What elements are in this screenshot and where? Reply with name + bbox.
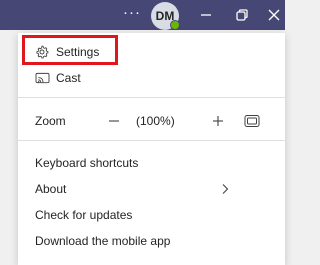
- minus-icon[interactable]: [108, 114, 120, 128]
- zoom-value: (100%): [136, 114, 175, 128]
- menu-divider: [18, 140, 285, 141]
- chevron-right-icon: [222, 184, 229, 194]
- menu-item-keyboard-shortcuts[interactable]: Keyboard shortcuts: [18, 154, 285, 172]
- close-icon[interactable]: [266, 7, 282, 23]
- menu-item-zoom: Zoom (100%): [18, 111, 285, 131]
- minimize-icon[interactable]: [198, 7, 214, 23]
- restore-window-icon[interactable]: [234, 7, 250, 23]
- title-bar: ··· DM: [0, 0, 285, 30]
- keyboard-shortcuts-label: Keyboard shortcuts: [35, 156, 139, 170]
- avatar[interactable]: DM: [151, 2, 180, 30]
- check-for-updates-label: Check for updates: [35, 208, 133, 222]
- plus-icon[interactable]: [212, 114, 224, 128]
- about-label: About: [35, 182, 67, 196]
- more-options-button[interactable]: ···: [123, 5, 141, 21]
- menu-item-about[interactable]: About: [18, 180, 285, 198]
- highlight-box: [22, 35, 118, 65]
- cast-icon: [35, 72, 50, 84]
- menu-item-check-for-updates[interactable]: Check for updates: [18, 206, 285, 224]
- fit-screen-icon[interactable]: [244, 114, 260, 128]
- zoom-label: Zoom: [35, 114, 66, 128]
- settings-menu: Settings Cast Zoom (100%) Keyboard short…: [18, 33, 285, 265]
- presence-status-icon: [170, 20, 180, 30]
- download-mobile-app-label: Download the mobile app: [35, 234, 171, 248]
- menu-item-cast[interactable]: Cast: [18, 69, 285, 87]
- menu-item-download-mobile-app[interactable]: Download the mobile app: [18, 232, 285, 250]
- menu-divider: [18, 97, 285, 98]
- menu-item-cast-label: Cast: [56, 71, 81, 85]
